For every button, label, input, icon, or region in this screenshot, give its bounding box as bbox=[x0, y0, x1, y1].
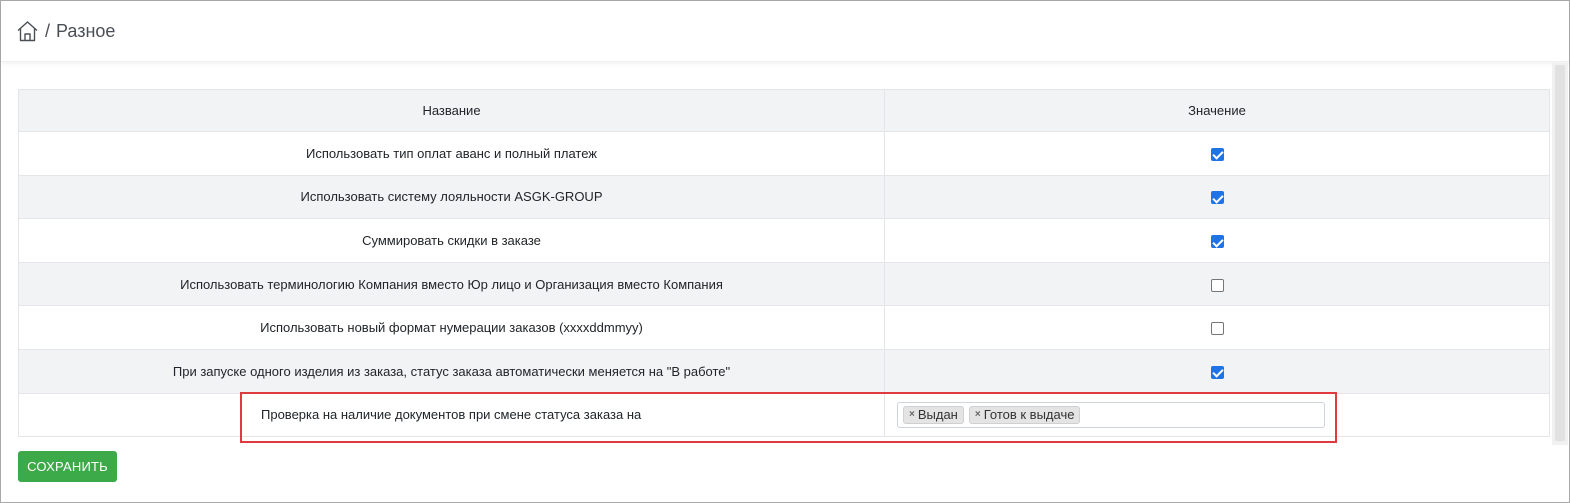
setting-checkbox[interactable] bbox=[1210, 278, 1224, 292]
setting-name: Проверка на наличие документов при смене… bbox=[18, 392, 885, 438]
setting-value bbox=[884, 305, 1550, 350]
tag-label: Готов к выдаче bbox=[983, 407, 1075, 423]
settings-table: Название Значение Использовать тип оплат… bbox=[18, 89, 1550, 438]
tag-remove-icon[interactable]: × bbox=[975, 409, 981, 420]
status-tag: × Готов к выдаче bbox=[968, 405, 1081, 424]
table-row: Использовать тип оплат аванс и полный пл… bbox=[18, 131, 1550, 176]
table-row: Использовать терминологию Компания вмест… bbox=[18, 261, 1550, 307]
tag-label: Выдан bbox=[917, 407, 958, 423]
setting-checkbox[interactable] bbox=[1210, 235, 1224, 249]
setting-name: Использовать тип оплат аванс и полный пл… bbox=[18, 131, 885, 176]
setting-checkbox[interactable] bbox=[1210, 365, 1224, 379]
setting-name: При запуске одного изделия из заказа, ст… bbox=[18, 348, 885, 394]
status-multiselect[interactable]: × Выдан × Готов к выдаче bbox=[897, 401, 1325, 428]
breadcrumb-separator: / bbox=[45, 20, 51, 41]
table-row-status-check: Проверка на наличие документов при смене… bbox=[18, 392, 1550, 438]
setting-checkbox[interactable] bbox=[1210, 322, 1224, 336]
table-header-row: Название Значение bbox=[18, 89, 1550, 132]
column-header-value: Значение bbox=[884, 89, 1550, 132]
table-row: Использовать новый формат нумерации зака… bbox=[18, 305, 1550, 350]
vertical-scrollbar[interactable] bbox=[1552, 63, 1568, 445]
setting-name: Использовать новый формат нумерации зака… bbox=[18, 305, 885, 350]
setting-value bbox=[884, 174, 1550, 220]
column-header-name: Название bbox=[18, 89, 885, 132]
page-header: / Разное bbox=[1, 1, 1569, 62]
setting-value bbox=[884, 218, 1550, 263]
setting-checkbox[interactable] bbox=[1210, 191, 1224, 205]
table-row: Использовать систему лояльности ASGK-GRO… bbox=[18, 174, 1550, 220]
setting-name: Использовать систему лояльности ASGK-GRO… bbox=[18, 174, 885, 220]
setting-value: × Выдан × Готов к выдаче bbox=[884, 392, 1550, 438]
home-icon[interactable] bbox=[16, 20, 39, 42]
save-button[interactable]: СОХРАНИТЬ bbox=[18, 451, 117, 482]
setting-value bbox=[884, 348, 1550, 394]
tag-remove-icon[interactable]: × bbox=[909, 409, 915, 420]
status-tag: × Выдан bbox=[903, 405, 964, 424]
setting-value bbox=[884, 131, 1550, 176]
setting-checkbox[interactable] bbox=[1210, 147, 1224, 161]
table-row: Суммировать скидки в заказе bbox=[18, 218, 1550, 263]
setting-name: Использовать терминологию Компания вмест… bbox=[18, 261, 885, 307]
setting-name: Суммировать скидки в заказе bbox=[18, 218, 885, 263]
table-row: При запуске одного изделия из заказа, ст… bbox=[18, 348, 1550, 394]
main-content: Название Значение Использовать тип оплат… bbox=[1, 63, 1552, 501]
breadcrumb-current: Разное bbox=[56, 20, 116, 41]
breadcrumb: / Разное bbox=[16, 19, 115, 43]
setting-value bbox=[884, 261, 1550, 307]
scrollbar-thumb[interactable] bbox=[1555, 65, 1565, 441]
